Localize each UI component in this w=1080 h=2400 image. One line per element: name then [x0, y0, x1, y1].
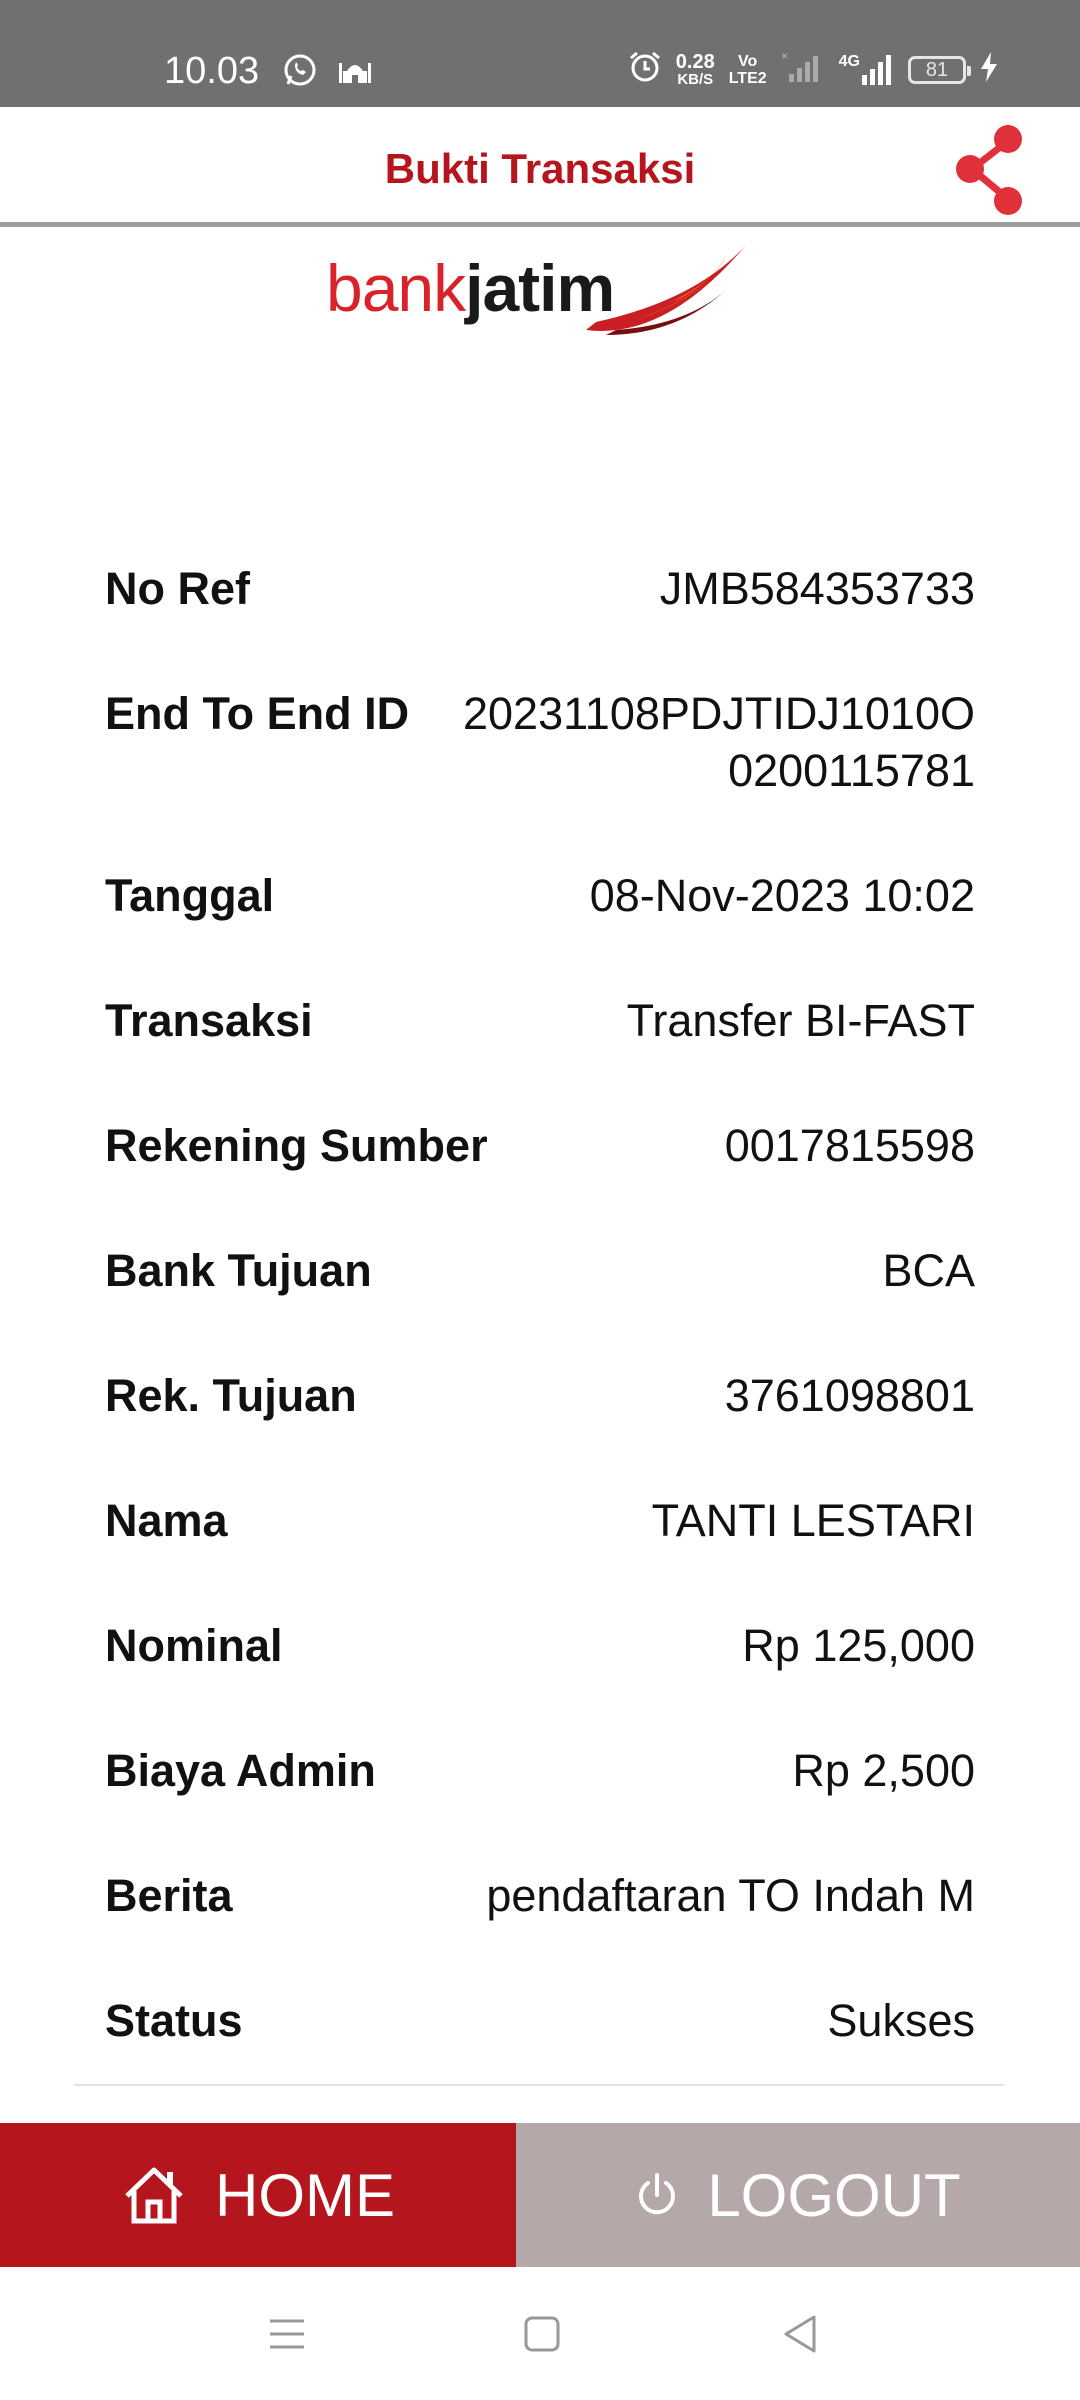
detail-value: 3761098801	[724, 1370, 975, 1421]
detail-row-end-to-end-id: End To End ID 20231108PDJTIDJ1010O020011…	[105, 685, 975, 867]
nav-home-button[interactable]	[517, 2309, 567, 2359]
detail-row-status: Status Sukses	[105, 1992, 975, 2117]
alarm-icon	[628, 50, 662, 89]
detail-value: 0017815598	[724, 1120, 975, 1171]
detail-label: Nama	[105, 1495, 228, 1546]
charging-icon	[980, 52, 998, 87]
network-speed-value: 0.28	[675, 51, 715, 73]
detail-label: Bank Tujuan	[105, 1245, 372, 1296]
detail-label: Nominal	[105, 1620, 283, 1671]
detail-row-biaya-admin: Biaya Admin Rp 2,500	[105, 1742, 975, 1867]
home-button-label: HOME	[215, 2161, 395, 2229]
logo-text: bankjatim	[326, 250, 615, 326]
back-icon	[784, 2315, 816, 2353]
mosque-icon	[338, 53, 372, 92]
detail-value: pendaftaran TO Indah M	[486, 1870, 975, 1921]
detail-row-rek-tujuan: Rek. Tujuan 3761098801	[105, 1367, 975, 1492]
system-nav-bar	[0, 2267, 1080, 2400]
power-icon	[639, 2173, 676, 2215]
home-button[interactable]: HOME	[0, 2123, 516, 2267]
detail-value: Rp 2,500	[792, 1745, 975, 1796]
logout-button[interactable]: LOGOUT	[516, 2123, 1080, 2267]
battery-indicator: 81	[908, 55, 971, 84]
detail-value: TANTI LESTARI	[651, 1495, 975, 1546]
detail-row-berita: Berita pendaftaran TO Indah M	[105, 1867, 975, 1992]
detail-label: Berita	[105, 1870, 233, 1921]
detail-value: JMB584353733	[659, 563, 975, 614]
detail-row-no-ref: No Ref JMB584353733	[105, 560, 975, 685]
transaction-details: No Ref JMB584353733 End To End ID 202311…	[105, 560, 975, 2117]
signal-icon: ×	[781, 49, 825, 89]
detail-row-transaksi: Transaksi Transfer BI-FAST	[105, 992, 975, 1117]
volte-indicator: Vo LTE2	[729, 53, 767, 87]
svg-text:×: ×	[781, 50, 788, 63]
detail-label: Status	[105, 1995, 243, 2046]
detail-row-tanggal: Tanggal 08-Nov-2023 10:02	[105, 867, 975, 992]
detail-value: 08-Nov-2023 10:02	[589, 870, 975, 921]
logo-bank-text: bank	[326, 251, 466, 325]
detail-label: Transaksi	[105, 995, 313, 1046]
divider	[74, 2084, 1004, 2086]
page-title: Bukti Transaksi	[384, 145, 696, 192]
bank-logo: bankjatim	[326, 240, 756, 340]
network-speed-unit: KB/S	[677, 71, 714, 88]
recent-apps-button[interactable]	[262, 2309, 312, 2359]
detail-label: No Ref	[105, 563, 250, 614]
status-left-icons	[282, 52, 372, 93]
network-speed: 0.28 KB/S	[676, 52, 715, 87]
status-value: Sukses	[827, 1995, 975, 2046]
share-icon	[956, 125, 1022, 215]
signal-4g-icon: 4G	[839, 53, 894, 87]
volte-top: Vo	[738, 52, 758, 70]
status-bar: 10.03 0.28 KB/S Vo LTE2 × 4G 81	[0, 0, 1080, 107]
detail-value: 20231108PDJTIDJ1010O0200115781	[463, 688, 975, 796]
status-time: 10.03	[164, 50, 260, 92]
app-header: Bukti Transaksi	[0, 107, 1080, 227]
detail-label: Biaya Admin	[105, 1745, 376, 1796]
detail-row-nama: Nama TANTI LESTARI	[105, 1492, 975, 1617]
detail-label: End To End ID	[105, 688, 410, 739]
menu-icon	[270, 2319, 304, 2349]
share-button[interactable]	[950, 119, 1030, 219]
detail-row-nominal: Nominal Rp 125,000	[105, 1617, 975, 1742]
detail-value: Rp 125,000	[742, 1620, 975, 1671]
status-right-icons: 0.28 KB/S Vo LTE2 × 4G 81	[628, 49, 998, 89]
network-type: 4G	[838, 52, 860, 70]
whatsapp-icon	[282, 52, 318, 93]
home-square-icon	[524, 2316, 560, 2352]
detail-label: Rekening Sumber	[105, 1120, 488, 1171]
detail-row-rekening-sumber: Rekening Sumber 0017815598	[105, 1117, 975, 1242]
detail-value: Transfer BI-FAST	[626, 995, 975, 1046]
nav-back-button[interactable]	[776, 2309, 826, 2359]
volte-bottom: LTE2	[728, 69, 767, 87]
bottom-action-bar: HOME LOGOUT	[0, 2123, 1080, 2267]
home-icon	[125, 2167, 183, 2224]
detail-row-bank-tujuan: Bank Tujuan BCA	[105, 1242, 975, 1367]
detail-label: Rek. Tujuan	[105, 1370, 357, 1421]
logo-swoosh-icon	[586, 245, 746, 335]
detail-label: Tanggal	[105, 870, 275, 921]
logout-button-label: LOGOUT	[707, 2161, 961, 2229]
detail-value: BCA	[882, 1245, 975, 1296]
